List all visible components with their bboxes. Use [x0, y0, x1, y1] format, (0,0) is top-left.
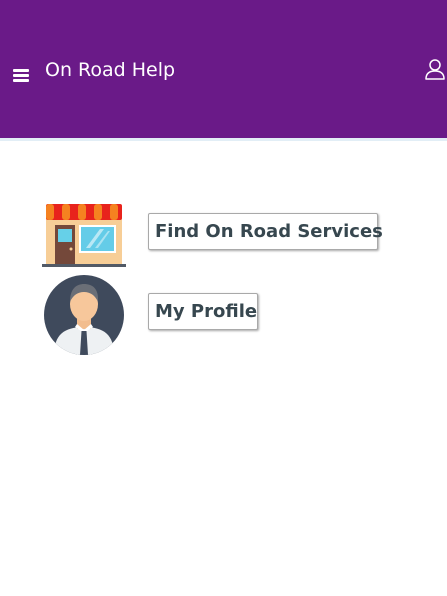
user-avatar-icon — [44, 275, 124, 355]
header-divider — [0, 138, 447, 141]
shop-storefront-icon — [42, 202, 126, 268]
hamburger-menu-icon[interactable] — [13, 69, 31, 85]
user-outline-icon[interactable] — [424, 58, 447, 82]
menu-bar — [13, 74, 29, 77]
menu-bar — [13, 69, 29, 72]
page-title: On Road Help — [45, 59, 176, 81]
app-screen: On Road Help Find On Road Services My Pr… — [0, 0, 447, 596]
app-header: On Road Help — [0, 0, 447, 138]
menu-bar — [13, 79, 29, 82]
find-on-road-services-button[interactable]: Find On Road Services — [148, 213, 383, 250]
my-profile-button[interactable]: My Profile — [148, 293, 258, 330]
